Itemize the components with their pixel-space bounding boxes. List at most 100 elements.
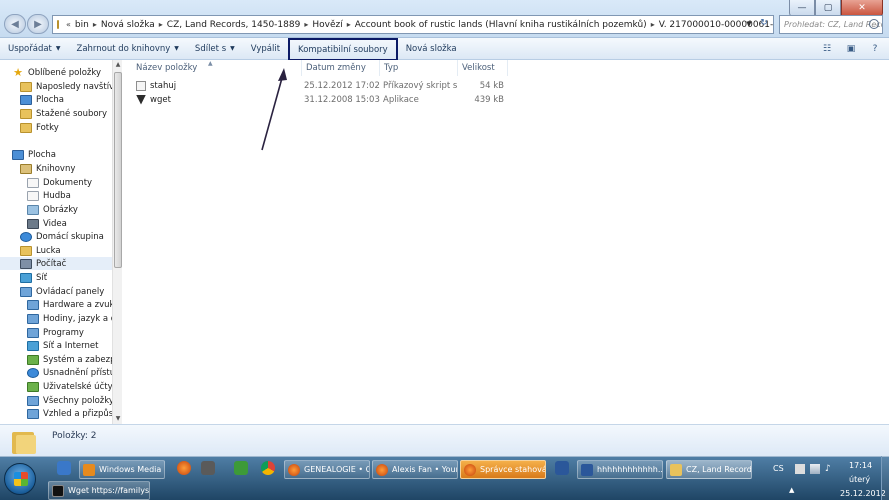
nav-programs[interactable]: Programy	[27, 326, 84, 339]
nav-recent[interactable]: Naposledy navštívené	[20, 80, 122, 93]
nav-control-panel[interactable]: Ovládací panely	[20, 285, 104, 298]
burn-button[interactable]: Vypálit	[243, 39, 288, 59]
firefox-icon	[464, 463, 476, 476]
compatibility-files-button[interactable]: Kompatibilní soubory	[288, 38, 398, 61]
computer-icon	[20, 258, 32, 269]
breadcrumb-item[interactable]: Nová složka	[101, 20, 155, 30]
preview-pane-icon[interactable]: ▣	[843, 42, 859, 56]
nav-user[interactable]: Lucka	[20, 244, 61, 257]
taskbar-item-cmd[interactable]: Wget https://familys...	[48, 481, 150, 500]
taskbar-item-document[interactable]: hhhhhhhhhhhh...	[577, 460, 663, 479]
taskbar-item-alexis[interactable]: Alexis Fan • Your...	[372, 460, 458, 479]
column-header-date[interactable]: Datum změny	[302, 60, 380, 76]
volume-icon[interactable]: ♪	[825, 464, 835, 474]
nav-network-internet[interactable]: Síť a Internet	[27, 339, 98, 352]
file-size: 54 kB	[479, 81, 504, 91]
file-name-cell[interactable]: wget	[136, 94, 296, 107]
quicklaunch-explorer-icon[interactable]	[57, 461, 71, 475]
forward-button[interactable]: ▶	[27, 14, 49, 34]
chevron-down-icon: ▼	[230, 45, 235, 52]
tray-expand-icon[interactable]: ▲	[789, 486, 794, 494]
nav-downloads[interactable]: Stažené soubory	[20, 107, 107, 120]
back-button[interactable]: ◀	[4, 14, 26, 34]
nav-clock-region[interactable]: Hodiny, jazyk a oblast	[27, 312, 122, 325]
file-type: Aplikace	[383, 95, 419, 105]
nav-pictures[interactable]: Obrázky	[27, 203, 78, 216]
breadcrumb-item[interactable]: Account book of rustic lands (Hlavní kni…	[355, 20, 647, 30]
nav-documents[interactable]: Dokumenty	[27, 176, 92, 189]
include-in-library-button[interactable]: Zahrnout do knihovny ▼	[69, 39, 187, 59]
address-dropdown-icon[interactable]: ▼	[743, 18, 755, 31]
desktop-icon	[20, 94, 32, 105]
nav-desktop-favorite[interactable]: Plocha	[20, 93, 64, 106]
nav-all-items[interactable]: Všechny položky Ovládacích panelů	[27, 394, 122, 407]
breadcrumb-separator-icon[interactable]: ▸	[651, 20, 655, 29]
share-with-button[interactable]: Sdílet s ▼	[187, 39, 243, 59]
nav-label: Naposledy navštívené	[36, 81, 122, 92]
file-name-cell[interactable]: stahuj	[136, 80, 296, 93]
show-desktop-button[interactable]	[881, 456, 889, 500]
chevron-down-icon: ▼	[174, 45, 179, 52]
nav-hardware[interactable]: Hardware a zvuk	[27, 298, 114, 311]
search-icon[interactable]	[869, 19, 879, 29]
nav-photos[interactable]: Fotky	[20, 121, 59, 134]
breadcrumb-item[interactable]: CZ, Land Records, 1450-1889	[167, 20, 301, 30]
breadcrumb-separator-icon[interactable]: ▸	[347, 20, 351, 29]
taskbar-item-download-manager[interactable]: Správce stahování	[460, 460, 546, 479]
nav-network[interactable]: Síť	[20, 271, 47, 284]
nav-user-accounts[interactable]: Uživatelské účty a zabezpečení	[27, 380, 122, 393]
breadcrumb-overflow-icon[interactable]: «	[66, 20, 71, 29]
nav-computer[interactable]: Počítač	[0, 257, 112, 270]
breadcrumb-item[interactable]: Hovězí	[312, 20, 342, 30]
nav-label: Vzhled a přizpůsobení	[43, 408, 122, 419]
taskbar-item-media-player[interactable]: Windows Media ...	[79, 460, 165, 479]
nav-desktop[interactable]: Plocha	[12, 148, 56, 161]
quicklaunch-app-icon[interactable]	[201, 461, 215, 475]
column-header-type[interactable]: Typ	[380, 60, 458, 76]
clock-date[interactable]: 25.12.2012	[840, 489, 886, 498]
nav-label: Knihovny	[36, 163, 76, 174]
file-row-wget[interactable]: wget 31.12.2008 15:03 Aplikace 439 kB	[122, 94, 522, 107]
action-center-icon[interactable]	[795, 464, 805, 474]
clock-day[interactable]: úterý	[849, 475, 870, 484]
breadcrumb-separator-icon[interactable]: ▸	[304, 20, 308, 29]
nav-appearance[interactable]: Vzhled a přizpůsobení	[27, 407, 122, 420]
start-button[interactable]	[4, 463, 36, 495]
nav-favorites[interactable]: ★ Oblíbené položky	[12, 66, 101, 79]
column-header-name[interactable]: Název položky	[132, 60, 302, 76]
new-folder-button[interactable]: Nová složka	[398, 39, 465, 59]
help-icon[interactable]: ?	[867, 42, 883, 56]
nav-libraries[interactable]: Knihovny	[20, 162, 75, 175]
nav-videos[interactable]: Videa	[27, 217, 67, 230]
chrome-icon[interactable]	[261, 461, 275, 475]
hardware-sound-icon	[27, 299, 39, 310]
address-bar[interactable]: « bin ▸ Nová složka ▸ CZ, Land Records, 14…	[52, 15, 774, 34]
breadcrumb-separator-icon[interactable]: ▸	[93, 20, 97, 29]
file-size: 439 kB	[474, 95, 504, 105]
nav-ease-of-access[interactable]: Usnadnění přístupu	[27, 366, 122, 379]
breadcrumb-item[interactable]: bin	[75, 20, 89, 30]
documents-icon	[27, 177, 39, 188]
word-icon[interactable]	[555, 461, 569, 475]
network-tray-icon[interactable]	[810, 464, 820, 474]
nav-scrollbar[interactable]: ▲ ▼	[112, 60, 122, 424]
refresh-icon[interactable]: ↻	[757, 18, 771, 31]
taskbar-item-genealogie[interactable]: GENEALOGIE • O...	[284, 460, 370, 479]
language-indicator[interactable]: CS	[773, 464, 784, 473]
nav-homegroup[interactable]: Domácí skupina	[20, 230, 104, 243]
search-input[interactable]: Prohledat: CZ, Land Records...	[779, 15, 883, 34]
clock-time[interactable]: 17:14	[849, 461, 872, 470]
taskbar-item-explorer[interactable]: CZ, Land Record...	[666, 460, 752, 479]
nav-music[interactable]: Hudba	[27, 189, 71, 202]
firefox-icon[interactable]	[177, 461, 191, 475]
taskbar-label: hhhhhhhhhhhh...	[597, 465, 663, 474]
column-header-size[interactable]: Velikost	[458, 60, 508, 76]
nav-system-security[interactable]: Systém a zabezpečení	[27, 353, 122, 366]
folder-icon	[20, 122, 32, 133]
breadcrumb-separator-icon[interactable]: ▸	[159, 20, 163, 29]
view-options-icon[interactable]: ☷	[819, 42, 835, 56]
quicklaunch-app-icon[interactable]	[234, 461, 248, 475]
scroll-thumb[interactable]	[114, 72, 122, 268]
organize-button[interactable]: Uspořádat ▼	[0, 39, 69, 59]
file-row-stahuj[interactable]: stahuj 25.12.2012 17:02 Příkazový skript…	[122, 80, 522, 93]
